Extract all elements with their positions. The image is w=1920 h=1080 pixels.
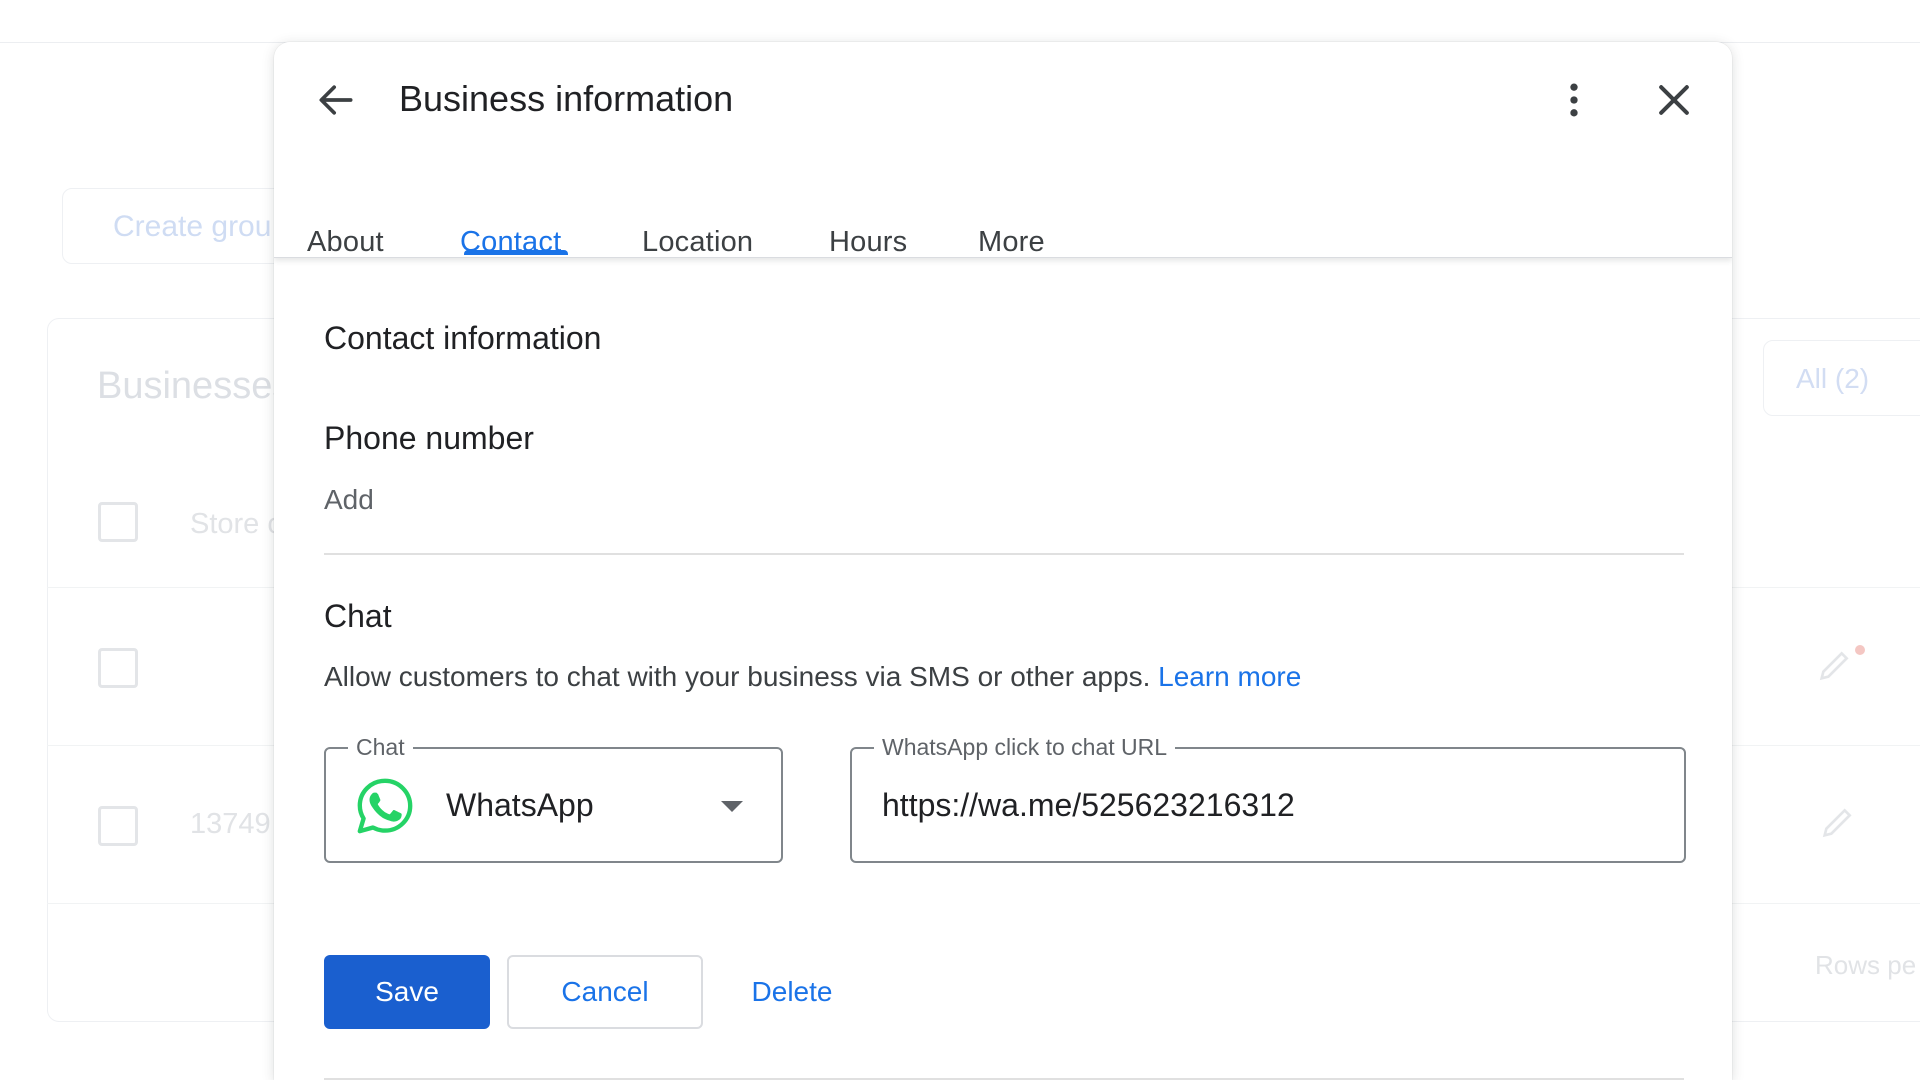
- arrow-back-icon[interactable]: [306, 70, 366, 130]
- chat-select-value: WhatsApp: [446, 787, 594, 823]
- background-rows-per-page: Rows pe: [1815, 950, 1917, 980]
- section-divider: [324, 553, 1684, 555]
- background-edit-icon: [1818, 802, 1858, 842]
- dialog-header: Business information About Contact Locat…: [274, 42, 1732, 258]
- url-field-legend: WhatsApp click to chat URL: [874, 734, 1176, 761]
- tab-hours[interactable]: Hours: [829, 226, 907, 259]
- tab-location[interactable]: Location: [642, 226, 753, 259]
- tab-about[interactable]: About: [307, 226, 384, 259]
- whatsapp-url-input[interactable]: [882, 779, 1642, 831]
- whatsapp-icon: [354, 775, 416, 837]
- background-column-header: Store c: [190, 508, 282, 540]
- phone-number-label: Phone number: [324, 420, 534, 456]
- chat-description: Allow customers to chat with your busine…: [324, 661, 1301, 693]
- dropdown-arrow-icon: [721, 801, 743, 812]
- background-row-checkbox: [98, 648, 138, 688]
- section-title: Contact information: [324, 320, 602, 356]
- dialog-title: Business information: [399, 78, 734, 119]
- background-edit-icon: [1815, 645, 1855, 685]
- background-card-title: Businesses: [97, 365, 292, 407]
- background-row-checkbox: [98, 806, 138, 846]
- background-filter-all: All (2): [1763, 340, 1920, 416]
- dialog-body: Contact information Phone number Add Cha…: [274, 258, 1732, 1080]
- chat-app-select[interactable]: Chat WhatsApp: [324, 734, 783, 863]
- add-phone-link[interactable]: Add: [324, 484, 374, 516]
- background-top-bar: [0, 0, 1920, 43]
- chat-description-text: Allow customers to chat with your busine…: [324, 661, 1151, 692]
- chat-select-legend: Chat: [348, 734, 413, 761]
- business-information-dialog: Business information About Contact Locat…: [274, 42, 1732, 1080]
- background-header-checkbox: [98, 502, 138, 542]
- background-notification-dot: [1855, 645, 1865, 655]
- more-vert-icon[interactable]: [1544, 70, 1604, 130]
- learn-more-link[interactable]: Learn more: [1158, 661, 1301, 692]
- cancel-button[interactable]: Cancel: [507, 955, 703, 1029]
- active-tab-indicator: [464, 250, 568, 255]
- chat-label: Chat: [324, 598, 392, 634]
- close-icon[interactable]: [1644, 70, 1704, 130]
- whatsapp-url-field[interactable]: WhatsApp click to chat URL: [850, 734, 1686, 863]
- tab-more[interactable]: More: [978, 226, 1045, 259]
- delete-button[interactable]: Delete: [722, 955, 862, 1029]
- save-button[interactable]: Save: [324, 955, 490, 1029]
- background-row-code: 13749: [190, 808, 271, 840]
